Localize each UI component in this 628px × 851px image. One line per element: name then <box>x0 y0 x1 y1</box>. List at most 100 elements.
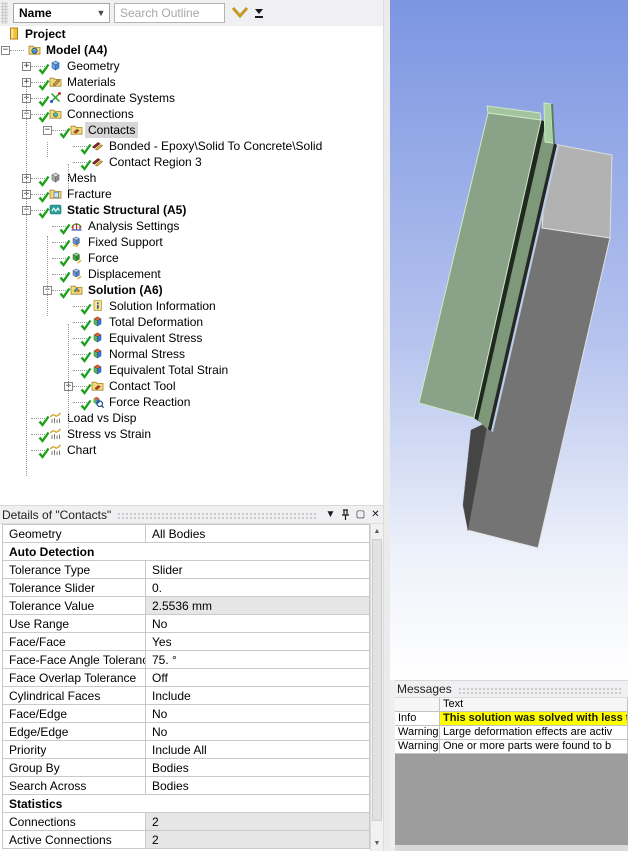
tree-item-mesh[interactable]: + Mesh <box>0 170 383 187</box>
chart-icon <box>49 427 62 440</box>
message-row-warning[interactable]: Warning One or more parts were found to b <box>395 740 628 754</box>
tree-item-equivalent-total-strain[interactable]: Equivalent Total Strain <box>0 362 383 379</box>
solution-icon <box>70 283 83 296</box>
tree-item-coordinate-systems[interactable]: + Coordinate Systems <box>0 90 383 107</box>
connections-icon <box>49 107 62 120</box>
tree-item-label: Analysis Settings <box>88 219 180 233</box>
details-property-value[interactable]: All Bodies <box>146 525 370 543</box>
status-check-icon <box>80 382 92 395</box>
tree-item-analysis-settings[interactable]: Analysis Settings <box>0 218 383 235</box>
severity-column-header <box>395 698 440 712</box>
tree-item-label: Coordinate Systems <box>67 91 176 105</box>
expand-toggle-icon[interactable]: − <box>1 46 10 55</box>
tree-item-chart[interactable]: Chart <box>0 442 383 459</box>
messages-table: Text Info This solution was solved with le… <box>395 698 628 754</box>
tree-item-static-structural-a5[interactable]: − Static Structural (A5) <box>0 202 383 219</box>
tree-item-fixed-support[interactable]: Fixed Support <box>0 234 383 251</box>
details-property-value[interactable]: Slider <box>146 561 370 579</box>
tree-item-materials[interactable]: + Materials <box>0 74 383 91</box>
panel-splitter[interactable] <box>383 0 390 851</box>
details-property-label: Connections <box>3 813 146 831</box>
tree-item-contact-tool[interactable]: + Contact Tool <box>0 378 383 395</box>
details-row-tolerance-slider: Tolerance Slider 0. <box>3 579 370 597</box>
toolbar-grip-handle[interactable] <box>1 2 8 24</box>
details-property-value[interactable]: Include <box>146 687 370 705</box>
tree-item-label: Normal Stress <box>109 347 186 361</box>
tree-item-equivalent-stress[interactable]: Equivalent Stress <box>0 330 383 347</box>
contact-tool-icon <box>91 379 104 392</box>
details-section-header: Statistics <box>3 795 370 813</box>
status-check-icon <box>59 270 71 283</box>
tree-item-bonded-epoxy-solid-to-concrete-solid[interactable]: Bonded - Epoxy\Solid To Concrete\Solid <box>0 138 383 155</box>
displacement-icon <box>70 267 83 280</box>
scroll-up-icon[interactable]: ▲ <box>371 525 383 538</box>
status-check-icon <box>59 126 71 139</box>
geometry-viewport-3d[interactable] <box>390 0 628 680</box>
name-filter-value: Name <box>19 6 52 20</box>
details-property-value[interactable]: Off <box>146 669 370 687</box>
details-property-value[interactable]: Yes <box>146 633 370 651</box>
close-icon[interactable]: ✕ <box>368 509 383 520</box>
tree-item-displacement[interactable]: Displacement <box>0 266 383 283</box>
tree-item-total-deformation[interactable]: Total Deformation <box>0 314 383 331</box>
scroll-down-icon[interactable]: ▼ <box>371 837 383 850</box>
details-property-value[interactable]: No <box>146 705 370 723</box>
result-icon <box>91 347 104 360</box>
mesh-icon <box>49 171 62 184</box>
tree-item-stress-vs-strain[interactable]: Stress vs Strain <box>0 426 383 443</box>
tree-item-force[interactable]: Force <box>0 250 383 267</box>
panel-menu-icon[interactable]: ▼ <box>323 509 338 520</box>
chevron-down-icon: ▼ <box>96 8 106 18</box>
expand-collapse-chevron-icon[interactable] <box>231 6 249 19</box>
message-row-warning[interactable]: Warning Large deformation effects are act… <box>395 726 628 740</box>
scrollbar-thumb[interactable] <box>372 539 382 821</box>
tree-item-geometry[interactable]: + Geometry <box>0 58 383 75</box>
details-property-value[interactable]: No <box>146 723 370 741</box>
pin-icon[interactable] <box>338 508 353 521</box>
tree-item-force-reaction[interactable]: Force Reaction <box>0 394 383 411</box>
details-scrollbar[interactable]: ▲ ▼ <box>370 524 383 851</box>
details-property-value[interactable]: Bodies <box>146 759 370 777</box>
status-check-icon <box>59 238 71 251</box>
details-property-value[interactable]: Bodies <box>146 777 370 795</box>
tree-item-label: Solution Information <box>109 299 216 313</box>
materials-icon <box>49 75 62 88</box>
status-check-icon <box>38 446 50 459</box>
tree-item-label: Force Reaction <box>109 395 191 409</box>
details-property-value[interactable]: No <box>146 615 370 633</box>
expand-toggle-icon[interactable]: + <box>22 62 31 71</box>
result-icon <box>91 363 104 376</box>
tree-item-label: Force <box>88 251 119 265</box>
message-row-info[interactable]: Info This solution was solved with less t <box>395 712 628 726</box>
tree-item-normal-stress[interactable]: Normal Stress <box>0 346 383 363</box>
tree-item-fracture[interactable]: + Fracture <box>0 186 383 203</box>
tree-item-label: Mesh <box>67 171 97 185</box>
details-section-header: Auto Detection <box>3 543 370 561</box>
tree-item-contact-region-3[interactable]: Contact Region 3 <box>0 154 383 171</box>
search-input[interactable] <box>114 3 225 23</box>
messages-bottom-strip <box>395 845 628 851</box>
tree-item-connections[interactable]: − Connections <box>0 106 383 123</box>
expand-toggle-icon[interactable]: − <box>43 126 52 135</box>
details-property-value[interactable]: 0. <box>146 579 370 597</box>
tree-item-solution-a6[interactable]: − Solution (A6) <box>0 282 383 299</box>
details-property-value: 2.5536 mm <box>146 597 370 615</box>
details-row-priority: Priority Include All <box>3 741 370 759</box>
tree-item-project[interactable]: Project <box>0 26 383 42</box>
details-row-geometry: Geometry All Bodies <box>3 525 370 543</box>
toolbar-overflow-icon[interactable] <box>254 9 264 19</box>
details-property-value[interactable]: 75. ° <box>146 651 370 669</box>
tree-item-contacts[interactable]: − Contacts <box>0 122 383 139</box>
name-filter-combobox[interactable]: Name ▼ <box>13 3 110 23</box>
details-property-value[interactable]: Include All <box>146 741 370 759</box>
details-table: Geometry All Bodies Auto Detection Toleranc… <box>2 524 370 849</box>
maximize-icon[interactable]: ▢ <box>353 509 368 520</box>
outline-toolbar: Name ▼ <box>0 0 383 26</box>
status-check-icon <box>38 78 50 91</box>
details-row-search-across: Search Across Bodies <box>3 777 370 795</box>
tree-item-load-vs-disp[interactable]: Load vs Disp <box>0 410 383 427</box>
tree-item-solution-information[interactable]: Solution Information <box>0 298 383 315</box>
tree-item-model-a4[interactable]: − Model (A4) <box>0 42 383 58</box>
message-text: This solution was solved with less t <box>440 712 628 726</box>
status-check-icon <box>59 222 71 235</box>
